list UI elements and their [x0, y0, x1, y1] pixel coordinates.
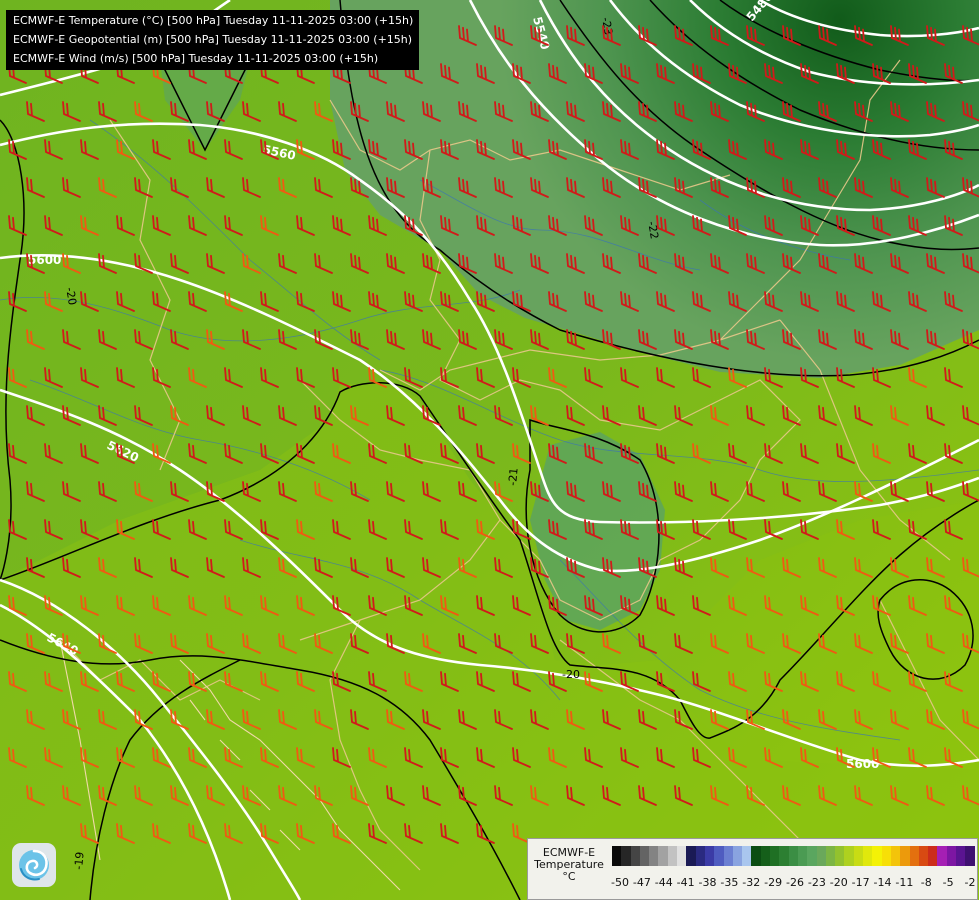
legend-color-cell [946, 846, 956, 866]
legend-color-cell [890, 846, 901, 866]
legend-color-cell [937, 846, 947, 866]
legend-color-cell [779, 846, 789, 866]
legend-tick-label: -14 [873, 876, 892, 889]
legend-color-cell [928, 846, 938, 866]
legend-ticks: -50 -47 -44 -41 -38 -35 -32 -29 -26 -23 -20 -17 -14-… [611, 876, 977, 890]
legend-color-cell [704, 846, 715, 866]
legend-title-line: °C [562, 870, 576, 883]
legend-color-cell [788, 846, 798, 866]
header-geopotential: ECMWF-E Geopotential (m) [500 hPa] Tuesd… [13, 33, 413, 46]
legend-tick-label: -5 [942, 876, 954, 889]
legend-color-cell [965, 846, 975, 866]
legend-tick-label: -47 [632, 876, 651, 889]
legend-tick-label: -38 [698, 876, 717, 889]
legend-color-cell [723, 846, 733, 866]
legend-color-cell [900, 846, 910, 866]
legend-color-cell [751, 846, 761, 866]
legend-color-cell [816, 846, 826, 866]
legend-color-cell [797, 846, 808, 866]
legend-color-cell [807, 846, 817, 866]
legend-color-cell [714, 846, 724, 866]
legend-color-cell [844, 846, 854, 866]
legend-color-cell [872, 846, 882, 866]
legend-color-cell [677, 846, 687, 866]
legend-color-cell [649, 846, 659, 866]
legend-color-cell [742, 846, 752, 866]
ecmwf-swirl-icon [12, 843, 56, 887]
legend-color-cell [863, 846, 873, 866]
legend-title: ECMWF-E Temperature °C [532, 847, 606, 883]
legend-tick-label: -41 [676, 876, 695, 889]
label-minus20: -20 [562, 668, 580, 681]
legend-color-cell [770, 846, 780, 866]
legend-color-cell [695, 846, 705, 866]
legend-color-cell [639, 846, 650, 866]
legend-color-cell [732, 846, 743, 866]
legend-color-cell [835, 846, 845, 866]
legend-tick-label: -29 [764, 876, 783, 889]
legend-color-cell [630, 846, 640, 866]
header-wind: ECMWF-E Wind (m/s) [500 hPa] Tuesday 11-… [13, 52, 379, 65]
legend-tick-label: -44 [654, 876, 673, 889]
legend-color-cell [909, 846, 919, 866]
legend-color-cell [853, 846, 864, 866]
legend-tick-label: -26 [786, 876, 804, 889]
legend-tick-label: -2 [964, 876, 976, 889]
legend-color-bar [612, 846, 975, 866]
legend-tick-label: -17 [851, 876, 870, 889]
legend-color-cell [621, 846, 631, 866]
legend-color-cell [686, 846, 696, 866]
legend-tick-label: -8 [920, 876, 932, 889]
legend-tick-label: -11 [895, 876, 914, 889]
legend-color-cell [881, 846, 891, 866]
legend-color-cell [825, 846, 836, 866]
legend-color-cell [658, 846, 668, 866]
legend-tick-label: -20 [829, 876, 848, 889]
legend-color-cell [667, 846, 678, 866]
forecast-info-box: ECMWF-E Temperature (°C) [500 hPa] Tuesd… [6, 10, 420, 70]
legend-tick-label: -50 [611, 876, 629, 889]
legend-tick-label: -35 [720, 876, 739, 889]
label-minus21: -21 [506, 467, 521, 486]
label-minus19: -19 [72, 851, 87, 870]
legend-color-cell [760, 846, 771, 866]
legend-tick-label: -23 [807, 876, 826, 889]
label-5600: 5600 [28, 253, 61, 267]
legend-color-cell [955, 846, 966, 866]
legend-color-cell [918, 846, 929, 866]
temperature-legend: ECMWF-E Temperature °C -50 -47 -44 -41 -38 -3… [527, 838, 978, 900]
legend-color-cell [612, 846, 622, 866]
weather-map[interactable]: 5480 5540 5560 5600 5620 5640 5600 -23 -… [0, 0, 979, 900]
legend-tick-label: -32 [742, 876, 761, 889]
header-temperature: ECMWF-E Temperature (°C) [500 hPa] Tuesd… [13, 14, 414, 27]
